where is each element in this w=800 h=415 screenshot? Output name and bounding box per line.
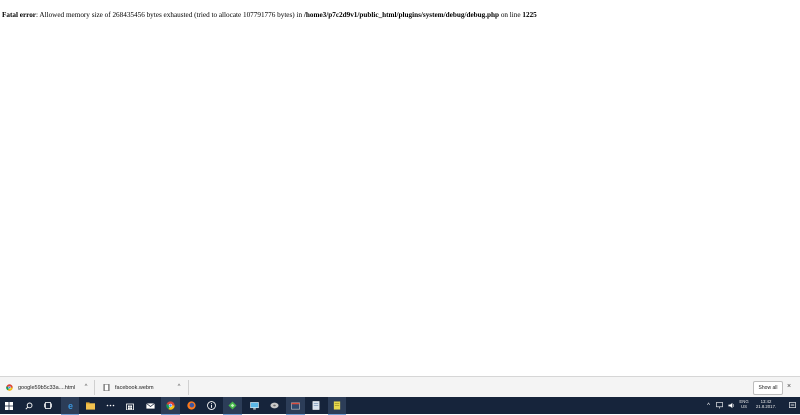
taskbar-app-sheet[interactable]: [307, 397, 325, 414]
fatal-error-message: Fatal error: Allowed memory size of 2684…: [2, 11, 537, 20]
notification-icon: [788, 402, 796, 408]
task-view-icon: [43, 402, 52, 409]
error-line-number: 1225: [522, 11, 537, 19]
windows-taskbar: e ^ ENG US 13:42 21.8.2017.: [0, 397, 800, 415]
app-notes-icon: [333, 401, 341, 410]
chevron-up-icon[interactable]: ^: [82, 383, 90, 391]
app-green-icon: [228, 401, 237, 410]
tray-language[interactable]: ENG US: [738, 399, 750, 409]
taskbar-app-info[interactable]: [202, 397, 220, 414]
network-icon: [716, 402, 723, 409]
app-monitor-icon: [249, 401, 259, 410]
taskbar-app-more[interactable]: [101, 397, 119, 414]
chevron-up-icon[interactable]: ^: [175, 383, 183, 391]
info-icon: [206, 401, 216, 410]
tray-overflow-button[interactable]: ^: [704, 397, 713, 414]
video-file-icon: [103, 384, 110, 391]
taskbar-app-firefox[interactable]: [182, 397, 200, 414]
edge-icon: e: [67, 401, 72, 410]
file-explorer-icon: [85, 401, 95, 410]
taskbar-app-edge[interactable]: e: [61, 397, 79, 415]
taskbar-app-mail[interactable]: [141, 397, 159, 414]
error-file-path: /home3/p7c2d9v1/public_html/plugins/syst…: [303, 11, 500, 19]
taskbar-app-notes[interactable]: [328, 397, 346, 415]
more-dots-icon: [106, 404, 114, 407]
windows-start-icon: [5, 401, 13, 410]
taskbar-app-explorer[interactable]: [81, 397, 99, 414]
chevron-up-icon: ^: [707, 402, 710, 409]
chrome-icon: [166, 401, 175, 410]
svg-text:e: e: [67, 401, 72, 410]
task-view-button[interactable]: [39, 397, 56, 414]
download-filename: facebook.webm: [115, 384, 154, 391]
download-shelf: google59b5c33a....html ^ facebook.webm ^…: [0, 376, 800, 398]
volume-icon: [728, 402, 735, 409]
taskbar-app-store[interactable]: [121, 397, 139, 414]
clock-date: 21.8.2017.: [755, 404, 777, 409]
taskbar-app-green[interactable]: [223, 397, 242, 415]
error-text: : Allowed memory size of 268435456 bytes…: [36, 11, 304, 19]
error-line-text: on line: [499, 11, 523, 19]
store-icon: [126, 403, 134, 410]
language-region: US: [741, 404, 747, 409]
taskbar-app-monitor[interactable]: [245, 397, 263, 414]
app-sheet-icon: [312, 401, 320, 410]
show-all-button[interactable]: Show all: [753, 381, 783, 395]
taskbar-app-window[interactable]: [286, 397, 305, 415]
mail-icon: [145, 402, 155, 409]
action-center-button[interactable]: [786, 397, 798, 414]
download-item-webm[interactable]: facebook.webm ^: [95, 377, 189, 398]
tray-clock[interactable]: 13:42 21.8.2017.: [751, 399, 781, 409]
taskbar-app-disk[interactable]: [265, 397, 283, 414]
tray-network[interactable]: [714, 397, 725, 414]
search-button[interactable]: [20, 397, 37, 414]
download-filename: google59b5c33a....html: [18, 384, 76, 391]
divider: [188, 380, 189, 395]
search-icon: [24, 402, 32, 410]
error-label: Fatal error: [2, 11, 36, 19]
tray-volume[interactable]: [726, 397, 737, 414]
taskbar-app-chrome[interactable]: [161, 397, 180, 415]
close-icon[interactable]: ×: [787, 382, 791, 392]
app-window-icon: [291, 402, 300, 409]
download-item-html[interactable]: google59b5c33a....html ^: [0, 377, 95, 398]
firefox-icon: [186, 401, 196, 410]
start-button[interactable]: [0, 397, 18, 414]
chrome-html-file-icon: [6, 384, 13, 391]
app-disk-icon: [269, 402, 279, 409]
